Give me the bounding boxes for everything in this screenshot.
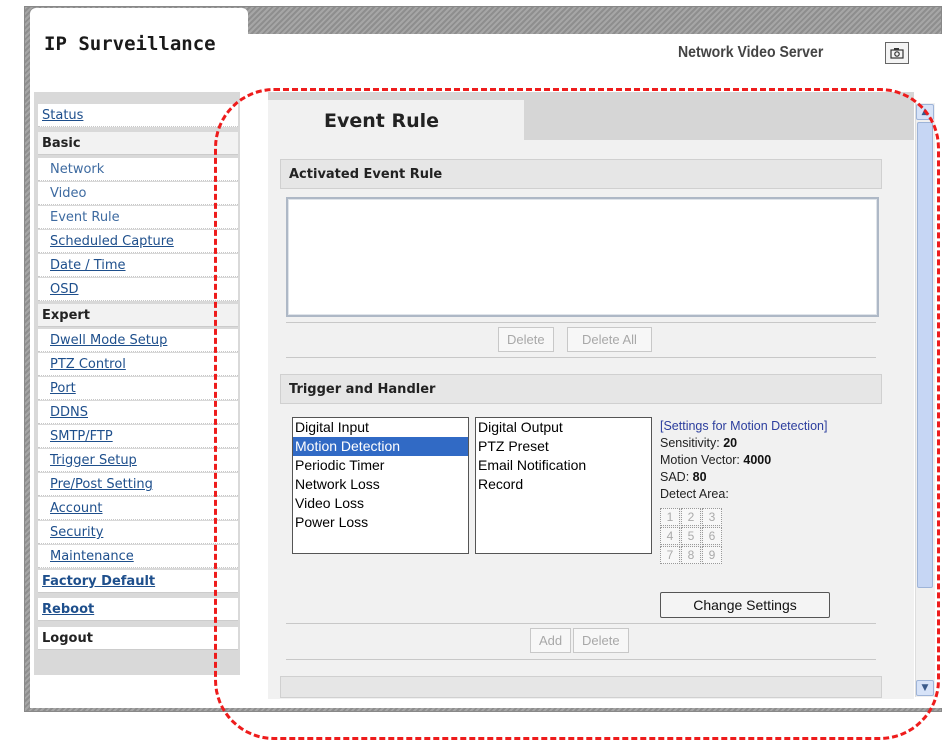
area-cell: 6 <box>702 527 722 545</box>
handler-option[interactable]: Email Notification <box>476 456 651 475</box>
sidebar-item-ptz-control[interactable]: PTZ Control <box>38 353 238 376</box>
trigger-listbox[interactable]: Digital Input Motion Detection Periodic … <box>292 417 469 554</box>
add-rule-button[interactable]: Add <box>530 628 572 653</box>
sidebar-item-trigger-setup[interactable]: Trigger Setup <box>38 449 238 472</box>
divider <box>286 623 876 624</box>
motion-vector-value: 4000 <box>743 453 772 467</box>
scroll-up-icon[interactable]: ▲ <box>916 104 934 120</box>
activated-rule-header: Activated Event Rule <box>280 159 882 189</box>
sidebar-item-video[interactable]: Video <box>38 182 238 205</box>
sidebar-item-osd[interactable]: OSD <box>38 278 238 301</box>
area-cell: 9 <box>702 546 722 564</box>
sidebar-item-pre-post-setting[interactable]: Pre/Post Setting <box>38 473 238 496</box>
trigger-option[interactable]: Network Loss <box>293 475 468 494</box>
sidebar-item-security[interactable]: Security <box>38 521 238 544</box>
sidebar-item-smtp-ftp[interactable]: SMTP/FTP <box>38 425 238 448</box>
sad-row: SAD: 80 <box>660 469 860 486</box>
delete-rule-button[interactable]: Delete <box>498 327 554 352</box>
sidebar-header-expert: Expert <box>38 304 238 327</box>
change-settings-button[interactable]: Change Settings <box>660 592 830 618</box>
trigger-handler-header: Trigger and Handler <box>280 374 882 404</box>
divider <box>286 322 876 323</box>
area-cell: 3 <box>702 508 722 526</box>
scroll-down-icon[interactable]: ▼ <box>916 680 934 696</box>
sidebar-item-status[interactable]: Status <box>38 104 238 127</box>
sidebar-item-date-time[interactable]: Date / Time <box>38 254 238 277</box>
sad-label: SAD: <box>660 470 690 484</box>
sidebar-item-dwell-mode[interactable]: Dwell Mode Setup <box>38 329 238 352</box>
sidebar-item-reboot[interactable]: Reboot <box>38 598 238 621</box>
area-cell: 4 <box>660 527 680 545</box>
area-cell: 1 <box>660 508 680 526</box>
trigger-option[interactable]: Video Loss <box>293 494 468 513</box>
sidebar-item-account[interactable]: Account <box>38 497 238 520</box>
sidebar-item-port[interactable]: Port <box>38 377 238 400</box>
activated-rule-list[interactable] <box>286 197 879 317</box>
trigger-option[interactable]: Power Loss <box>293 513 468 532</box>
area-cell: 7 <box>660 546 680 564</box>
sidebar-header-basic: Basic <box>38 132 238 155</box>
handler-option[interactable]: Digital Output <box>476 418 651 437</box>
sidebar-item-ddns[interactable]: DDNS <box>38 401 238 424</box>
sensitivity-row: Sensitivity: 20 <box>660 435 860 452</box>
snapshot-button[interactable] <box>885 42 909 64</box>
sidebar-item-logout[interactable]: Logout <box>38 627 238 650</box>
delete-all-button[interactable]: Delete All <box>567 327 652 352</box>
app-title: IP Surveillance <box>44 33 216 55</box>
handler-listbox[interactable]: Digital Output PTZ Preset Email Notifica… <box>475 417 652 554</box>
page-title: Event Rule <box>324 110 440 132</box>
sidebar-item-maintenance[interactable]: Maintenance <box>38 545 238 568</box>
area-cell: 5 <box>681 527 701 545</box>
delete-trigger-button[interactable]: Delete <box>573 628 629 653</box>
sidebar-item-event-rule[interactable]: Event Rule <box>38 206 238 229</box>
detect-area-label: Detect Area: <box>660 487 729 501</box>
area-cell: 8 <box>681 546 701 564</box>
sensitivity-value: 20 <box>723 436 738 450</box>
motion-settings: [Settings for Motion Detection] Sensitiv… <box>660 418 860 503</box>
camera-icon <box>890 48 904 59</box>
area-cell: 2 <box>681 508 701 526</box>
settings-header: [Settings for Motion Detection] <box>660 419 828 433</box>
handler-option[interactable]: Record <box>476 475 651 494</box>
trigger-option[interactable]: Periodic Timer <box>293 456 468 475</box>
divider <box>286 659 876 660</box>
motion-vector-label: Motion Vector: <box>660 453 740 467</box>
detect-area-grid: 1 2 3 4 5 6 7 8 9 <box>660 508 722 564</box>
scroll-thumb[interactable] <box>917 122 933 588</box>
product-name: Network Video Server <box>678 44 824 61</box>
motion-vector-row: Motion Vector: 4000 <box>660 452 860 469</box>
sensitivity-label: Sensitivity: <box>660 436 720 450</box>
trigger-option[interactable]: Digital Input <box>293 418 468 437</box>
sidebar-item-scheduled-capture[interactable]: Scheduled Capture <box>38 230 238 253</box>
handler-option[interactable]: PTZ Preset <box>476 437 651 456</box>
divider <box>286 357 876 358</box>
trigger-option-selected[interactable]: Motion Detection <box>293 437 468 456</box>
next-section-header <box>280 676 882 698</box>
sidebar-item-network[interactable]: Network <box>38 158 238 181</box>
sidebar-item-factory-default[interactable]: Factory Default <box>38 570 238 593</box>
sad-value: 80 <box>692 470 707 484</box>
